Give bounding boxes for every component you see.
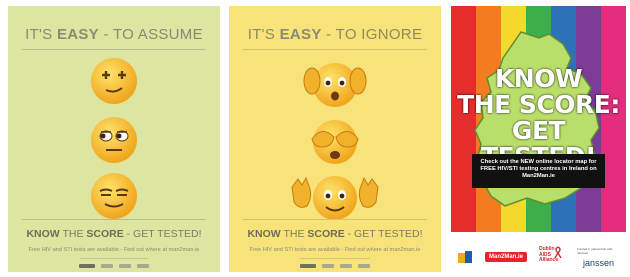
- poster-title: IT'S EASY - TO IGNORE: [229, 26, 441, 43]
- tagline-know: KNOW: [247, 228, 281, 240]
- sponsor-logo-icon: [119, 264, 131, 268]
- tagline-get-tested: - GET TESTED!: [347, 228, 423, 240]
- man2man-logo-icon: [300, 264, 316, 268]
- tagline: KNOW THE SCORE - GET TESTED!: [229, 228, 441, 240]
- locator-map-callout: Check out the NEW online locator map for…: [472, 154, 605, 188]
- divider-bottom: [243, 219, 427, 220]
- sponsor-logo-icon: [358, 264, 370, 268]
- sponsor-logo-icon: [101, 264, 113, 268]
- info-text: Free HIV and STI tests are available - F…: [28, 247, 200, 253]
- hear-no-evil-emoji-icon: [303, 63, 367, 107]
- tagline-the: THE: [62, 228, 84, 240]
- fineprint-line: ▁▁▁▁▁▁▁▁▁▁▁▁▁▁▁▁▁▁▁▁▁▁▁▁▁▁▁▁▁▁▁▁▁▁▁▁: [79, 256, 149, 259]
- man2man-logo-icon: [79, 264, 95, 268]
- headline-line-2: THE SCORE:: [457, 90, 620, 119]
- title-suffix: - TO ASSUME: [103, 26, 203, 43]
- side-eye-emoji-icon: [91, 117, 137, 163]
- tagline-score: SCORE: [307, 228, 345, 240]
- info-text: Free HIV and STI tests are available - F…: [249, 247, 421, 253]
- divider-top: [243, 49, 427, 50]
- title-bold: EASY: [279, 26, 322, 43]
- divider-bottom: [22, 219, 206, 220]
- hse-logo-icon: [458, 251, 472, 263]
- sponsor-logos: [229, 264, 441, 268]
- tagline-get-tested: - GET TESTED!: [126, 228, 202, 240]
- tagline-the: THE: [283, 228, 305, 240]
- title-bold: EASY: [56, 26, 99, 43]
- red-ribbon-icon: [554, 246, 562, 258]
- poster-easy-to-assume: IT'S EASY - TO ASSUME KNOW THE SCORE - G…: [8, 6, 220, 272]
- tagline-score: SCORE: [86, 228, 124, 240]
- smirk-plus-eyes-emoji-icon: [91, 58, 137, 104]
- partner-logos: Man2Man.ie Dublin AIDS Alliance Funded i…: [451, 244, 626, 272]
- sponsor-logo-icon: [322, 264, 334, 268]
- headline-line-1: KNOW: [494, 64, 583, 93]
- speak-no-evil-emoji-icon: [291, 176, 379, 220]
- callout-text: Check out the NEW online locator map for…: [480, 159, 597, 179]
- relieved-emoji-icon: [91, 173, 137, 219]
- title-prefix: IT'S: [247, 26, 276, 43]
- sponsor-logo-icon: [340, 264, 352, 268]
- title-suffix: - TO IGNORE: [326, 26, 423, 43]
- tagline-know: KNOW: [26, 228, 60, 240]
- tagline: KNOW THE SCORE - GET TESTED!: [8, 228, 220, 240]
- poster-know-the-score: KNOW THE SCORE: GET TESTED! Check out th…: [451, 6, 626, 272]
- poster-title: IT'S EASY - TO ASSUME: [8, 26, 220, 43]
- see-no-evil-emoji-icon: [311, 120, 359, 164]
- funded-by-text: Funded in partnership with Janssen: [577, 247, 613, 255]
- sponsor-logo-icon: [137, 264, 149, 268]
- sponsor-logos: [8, 264, 220, 268]
- fineprint-line: ▁▁▁▁▁▁▁▁▁▁▁▁▁▁▁▁▁▁▁▁▁▁▁▁▁▁▁▁▁▁▁▁▁▁▁▁: [300, 256, 370, 259]
- poster-easy-to-ignore: IT'S EASY - TO IGNORE KNOW THE SCORE - G…: [229, 6, 441, 272]
- divider-top: [22, 49, 206, 50]
- title-prefix: IT'S: [25, 26, 53, 43]
- man2man-logo: Man2Man.ie: [485, 252, 528, 262]
- janssen-logo: janssen: [583, 258, 615, 268]
